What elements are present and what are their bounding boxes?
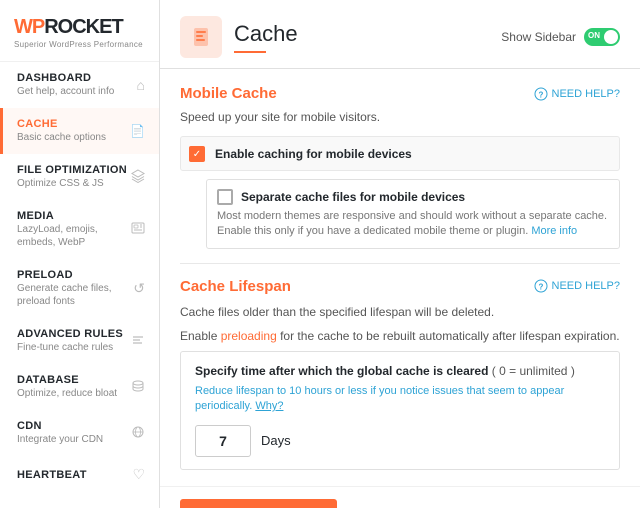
- logo-rocket: ROCKET: [44, 16, 122, 39]
- save-changes-button[interactable]: SAVE CHANGES: [180, 499, 337, 508]
- sidebar-item-preload[interactable]: PRELOAD Generate cache files, preload fo…: [0, 259, 159, 318]
- preload-icon: ↺: [133, 280, 145, 297]
- sidebar-item-cdn[interactable]: CDN Integrate your CDN: [0, 410, 159, 456]
- main-content: Cache Show Sidebar ON Mobile Cache ? NEE…: [160, 0, 640, 508]
- enable-mobile-cache-row: ✓ Enable caching for mobile devices: [180, 136, 620, 171]
- separate-cache-label: Separate cache files for mobile devices: [241, 190, 465, 204]
- preloading-link[interactable]: preloading: [221, 329, 277, 343]
- sidebar-item-dashboard[interactable]: DASHBOARD Get help, account info ⌂: [0, 62, 159, 108]
- help-icon: ?: [534, 87, 548, 101]
- cache-lifespan-desc2: Enable preloading for the cache to be re…: [180, 327, 620, 345]
- cache-lifespan-title: Cache Lifespan: [180, 278, 291, 295]
- specify-box: Specify time after which the global cach…: [180, 351, 620, 470]
- layers-icon: [131, 169, 145, 186]
- more-info-link[interactable]: More info: [531, 225, 577, 237]
- page-header-left: Cache: [180, 16, 298, 58]
- cache-icon: 📄: [130, 124, 145, 138]
- toggle-knob: [604, 30, 618, 44]
- sidebar-item-file-optimization[interactable]: FILE OPTIMIZATION Optimize CSS & JS: [0, 154, 159, 200]
- cache-lifespan-section: Cache Lifespan ? NEED HELP? Cache files …: [180, 278, 620, 470]
- help-icon-2: ?: [534, 279, 548, 293]
- sidebar-item-media[interactable]: MEDIA LazyLoad, emojis, embeds, WebP: [0, 200, 159, 259]
- cache-lifespan-help[interactable]: ? NEED HELP?: [534, 279, 620, 293]
- enable-mobile-label: Enable caching for mobile devices: [215, 147, 412, 161]
- cache-lifespan-desc1: Cache files older than the specified lif…: [180, 303, 620, 321]
- home-icon: ⌂: [137, 77, 145, 93]
- sidebar-item-cache[interactable]: CACHE Basic cache options 📄: [0, 108, 159, 154]
- sidebar-toggle[interactable]: ON: [584, 28, 620, 46]
- show-sidebar-wrap: Show Sidebar ON: [501, 28, 620, 46]
- separate-cache-option: Separate cache files for mobile devices …: [206, 179, 620, 249]
- save-section: SAVE CHANGES: [160, 486, 640, 508]
- specify-title: Specify time after which the global cach…: [195, 364, 605, 378]
- specify-sub: ( 0 = unlimited ): [492, 364, 575, 378]
- logo-wp: WP: [14, 16, 44, 39]
- svg-text:?: ?: [538, 90, 543, 99]
- cache-lifespan-header: Cache Lifespan ? NEED HELP?: [180, 278, 620, 295]
- lifespan-value-input[interactable]: [195, 425, 251, 457]
- database-icon: [131, 379, 145, 396]
- enable-mobile-checkbox[interactable]: ✓ Enable caching for mobile devices: [189, 145, 412, 162]
- page-title-underline: [234, 51, 266, 53]
- content-area: Mobile Cache ? NEED HELP? Speed up your …: [160, 69, 640, 486]
- show-sidebar-label: Show Sidebar: [501, 30, 576, 44]
- heartbeat-icon: ♡: [132, 466, 145, 483]
- section-divider: [180, 263, 620, 264]
- why-link[interactable]: Why?: [255, 400, 283, 412]
- mobile-cache-title: Mobile Cache: [180, 85, 277, 102]
- enable-mobile-check-box[interactable]: ✓: [189, 146, 205, 162]
- sidebar-item-heartbeat[interactable]: HEARTBEAT ♡: [0, 456, 159, 493]
- sidebar-item-database[interactable]: DATABASE Optimize, reduce bloat: [0, 364, 159, 410]
- rules-icon: [131, 333, 145, 350]
- logo: WP ROCKET Superior WordPress Performance: [0, 0, 159, 62]
- logo-sub: Superior WordPress Performance: [14, 40, 145, 49]
- time-unit-label: Days: [261, 433, 291, 448]
- sidebar: WP ROCKET Superior WordPress Performance…: [0, 0, 160, 508]
- sidebar-item-advanced-rules[interactable]: ADVANCED RULES Fine-tune cache rules: [0, 318, 159, 364]
- page-header: Cache Show Sidebar ON: [160, 0, 640, 69]
- separate-cache-checkbox[interactable]: [217, 189, 233, 205]
- cdn-icon: [131, 425, 145, 442]
- mobile-cache-header: Mobile Cache ? NEED HELP?: [180, 85, 620, 102]
- reduce-text: Reduce lifespan to 10 hours or less if y…: [195, 384, 605, 415]
- svg-text:?: ?: [538, 283, 543, 292]
- mobile-cache-desc: Speed up your site for mobile visitors.: [180, 110, 620, 124]
- page-title: Cache: [234, 21, 298, 47]
- mobile-cache-help[interactable]: ? NEED HELP?: [534, 87, 620, 101]
- separate-cache-desc: Most modern themes are responsive and sh…: [217, 209, 609, 240]
- cache-page-icon: [189, 25, 213, 49]
- media-icon: [131, 221, 145, 238]
- toggle-on-label: ON: [588, 31, 600, 40]
- checkmark-icon: ✓: [193, 149, 201, 160]
- page-icon-wrap: [180, 16, 222, 58]
- time-input-row: Days: [195, 425, 605, 457]
